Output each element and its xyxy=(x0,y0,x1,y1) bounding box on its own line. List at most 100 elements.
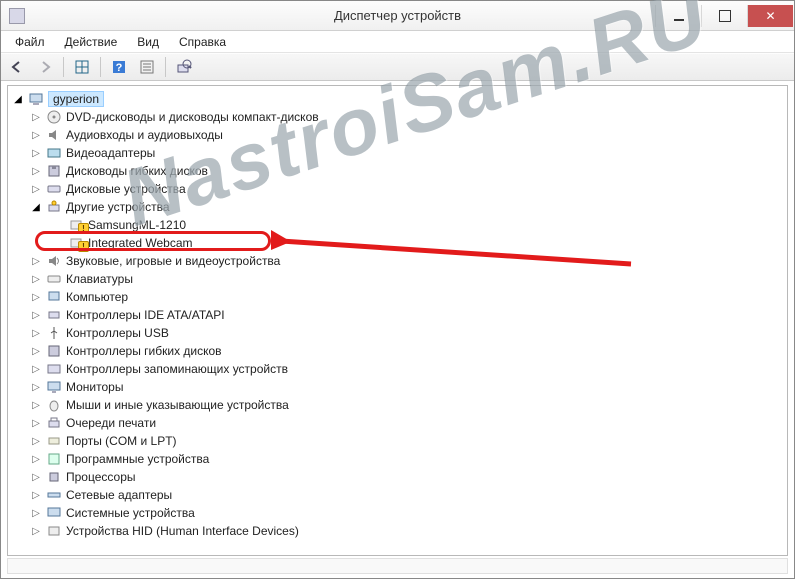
tree-label: Видеоадаптеры xyxy=(66,146,155,160)
tree-item-disk-drives[interactable]: ▷ Дисковые устройства xyxy=(8,180,787,198)
expand-icon[interactable]: ▷ xyxy=(30,364,42,375)
expand-icon[interactable]: ▷ xyxy=(30,400,42,411)
expand-icon[interactable]: ▷ xyxy=(30,508,42,519)
tree-root[interactable]: ◢ gyperion xyxy=(8,90,787,108)
floppy-icon xyxy=(46,163,62,179)
expand-icon[interactable]: ▷ xyxy=(30,328,42,339)
scan-icon xyxy=(176,59,192,75)
scan-button[interactable] xyxy=(172,56,196,78)
expand-icon[interactable]: ▷ xyxy=(30,130,42,141)
tree-item-integrated-webcam[interactable]: Integrated Webcam xyxy=(8,234,787,252)
window-buttons xyxy=(655,5,794,27)
tree-root-label: gyperion xyxy=(48,91,104,107)
expand-icon[interactable]: ▷ xyxy=(30,436,42,447)
tree-item-monitors[interactable]: ▷ Мониторы xyxy=(8,378,787,396)
expand-icon[interactable]: ▷ xyxy=(30,346,42,357)
tree-item-ide[interactable]: ▷ Контроллеры IDE ATA/ATAPI xyxy=(8,306,787,324)
properties-button[interactable] xyxy=(135,56,159,78)
dvd-icon xyxy=(46,109,62,125)
tree-label: Аудиовходы и аудиовыходы xyxy=(66,128,223,142)
computer-icon xyxy=(46,289,62,305)
tree-item-hid[interactable]: ▷ Устройства HID (Human Interface Device… xyxy=(8,522,787,540)
tree-label: Integrated Webcam xyxy=(88,236,193,250)
video-icon xyxy=(46,145,62,161)
tree-item-other[interactable]: ◢ Другие устройства xyxy=(8,198,787,216)
floppy-ctrl-icon xyxy=(46,343,62,359)
toolbar: ? xyxy=(1,53,794,81)
expand-icon[interactable]: ▷ xyxy=(30,148,42,159)
tree-label: Клавиатуры xyxy=(66,272,133,286)
tree-item-sound[interactable]: ▷ Звуковые, игровые и видеоустройства xyxy=(8,252,787,270)
title-bar: Диспетчер устройств xyxy=(1,1,794,31)
printer-icon xyxy=(46,415,62,431)
back-arrow-icon xyxy=(9,59,25,75)
expand-icon[interactable]: ▷ xyxy=(30,526,42,537)
expand-icon[interactable]: ▷ xyxy=(30,256,42,267)
tree-label: Сетевые адаптеры xyxy=(66,488,172,502)
forward-button[interactable] xyxy=(33,56,57,78)
expand-icon[interactable]: ▷ xyxy=(30,454,42,465)
expand-icon[interactable]: ▷ xyxy=(30,274,42,285)
toolbar-separator xyxy=(100,57,101,77)
menu-view[interactable]: Вид xyxy=(127,33,169,51)
menu-action[interactable]: Действие xyxy=(55,33,128,51)
tree-label: Системные устройства xyxy=(66,506,195,520)
ide-icon xyxy=(46,307,62,323)
tree-label: Мыши и иные указывающие устройства xyxy=(66,398,289,412)
expand-icon[interactable]: ▷ xyxy=(30,472,42,483)
device-tree[interactable]: ◢ gyperion ▷ DVD-дисководы и дисководы к… xyxy=(7,85,788,556)
svg-text:?: ? xyxy=(116,62,123,74)
tree-label: Программные устройства xyxy=(66,452,209,466)
tree-item-samsung-ml1210[interactable]: SamsungML-1210 xyxy=(8,216,787,234)
tree-item-network[interactable]: ▷ Сетевые адаптеры xyxy=(8,486,787,504)
tree-label: Процессоры xyxy=(66,470,136,484)
menu-help[interactable]: Справка xyxy=(169,33,236,51)
back-button[interactable] xyxy=(5,56,29,78)
network-icon xyxy=(46,487,62,503)
cpu-icon xyxy=(46,469,62,485)
tree-item-system[interactable]: ▷ Системные устройства xyxy=(8,504,787,522)
tree-label: Компьютер xyxy=(66,290,128,304)
expand-icon[interactable]: ▷ xyxy=(30,310,42,321)
tree-item-dvd[interactable]: ▷ DVD-дисководы и дисководы компакт-диск… xyxy=(8,108,787,126)
tree-item-computer[interactable]: ▷ Компьютер xyxy=(8,288,787,306)
minimize-button[interactable] xyxy=(655,5,701,27)
expand-icon[interactable]: ▷ xyxy=(30,166,42,177)
menu-file[interactable]: Файл xyxy=(5,33,55,51)
tree-item-usb[interactable]: ▷ Контроллеры USB xyxy=(8,324,787,342)
tree-label: Контроллеры запоминающих устройств xyxy=(66,362,288,376)
expand-icon[interactable]: ▷ xyxy=(30,418,42,429)
tree-item-storage-ctrl[interactable]: ▷ Контроллеры запоминающих устройств xyxy=(8,360,787,378)
tree-label: Контроллеры USB xyxy=(66,326,169,340)
expand-icon[interactable]: ▷ xyxy=(30,112,42,123)
other-icon xyxy=(46,199,62,215)
expand-icon[interactable]: ▷ xyxy=(30,490,42,501)
expand-icon[interactable]: ◢ xyxy=(12,94,24,105)
help-icon: ? xyxy=(111,59,127,75)
tree-item-ports[interactable]: ▷ Порты (COM и LPT) xyxy=(8,432,787,450)
tree-item-keyboards[interactable]: ▷ Клавиатуры xyxy=(8,270,787,288)
system-icon xyxy=(46,505,62,521)
tree-item-software-dev[interactable]: ▷ Программные устройства xyxy=(8,450,787,468)
tree-item-print-queues[interactable]: ▷ Очереди печати xyxy=(8,414,787,432)
tree-item-processors[interactable]: ▷ Процессоры xyxy=(8,468,787,486)
expand-icon[interactable]: ▷ xyxy=(30,382,42,393)
show-hidden-button[interactable] xyxy=(70,56,94,78)
hid-icon xyxy=(46,523,62,539)
tree-item-audio[interactable]: ▷ Аудиовходы и аудиовыходы xyxy=(8,126,787,144)
expand-icon[interactable]: ◢ xyxy=(30,202,42,213)
expand-icon[interactable]: ▷ xyxy=(30,184,42,195)
tree-label: Контроллеры гибких дисков xyxy=(66,344,222,358)
expand-icon[interactable]: ▷ xyxy=(30,292,42,303)
tree-item-floppy-ctrl[interactable]: ▷ Контроллеры гибких дисков xyxy=(8,342,787,360)
close-button[interactable] xyxy=(747,5,793,27)
unknown-device-icon xyxy=(68,217,84,233)
tree-item-floppy-drives[interactable]: ▷ Дисководы гибких дисков xyxy=(8,162,787,180)
help-button[interactable]: ? xyxy=(107,56,131,78)
maximize-button[interactable] xyxy=(701,5,747,27)
tree-item-video[interactable]: ▷ Видеоадаптеры xyxy=(8,144,787,162)
toolbar-separator xyxy=(165,57,166,77)
tree-label: Дисководы гибких дисков xyxy=(66,164,208,178)
tree-label: Другие устройства xyxy=(66,200,170,214)
tree-item-mice[interactable]: ▷ Мыши и иные указывающие устройства xyxy=(8,396,787,414)
